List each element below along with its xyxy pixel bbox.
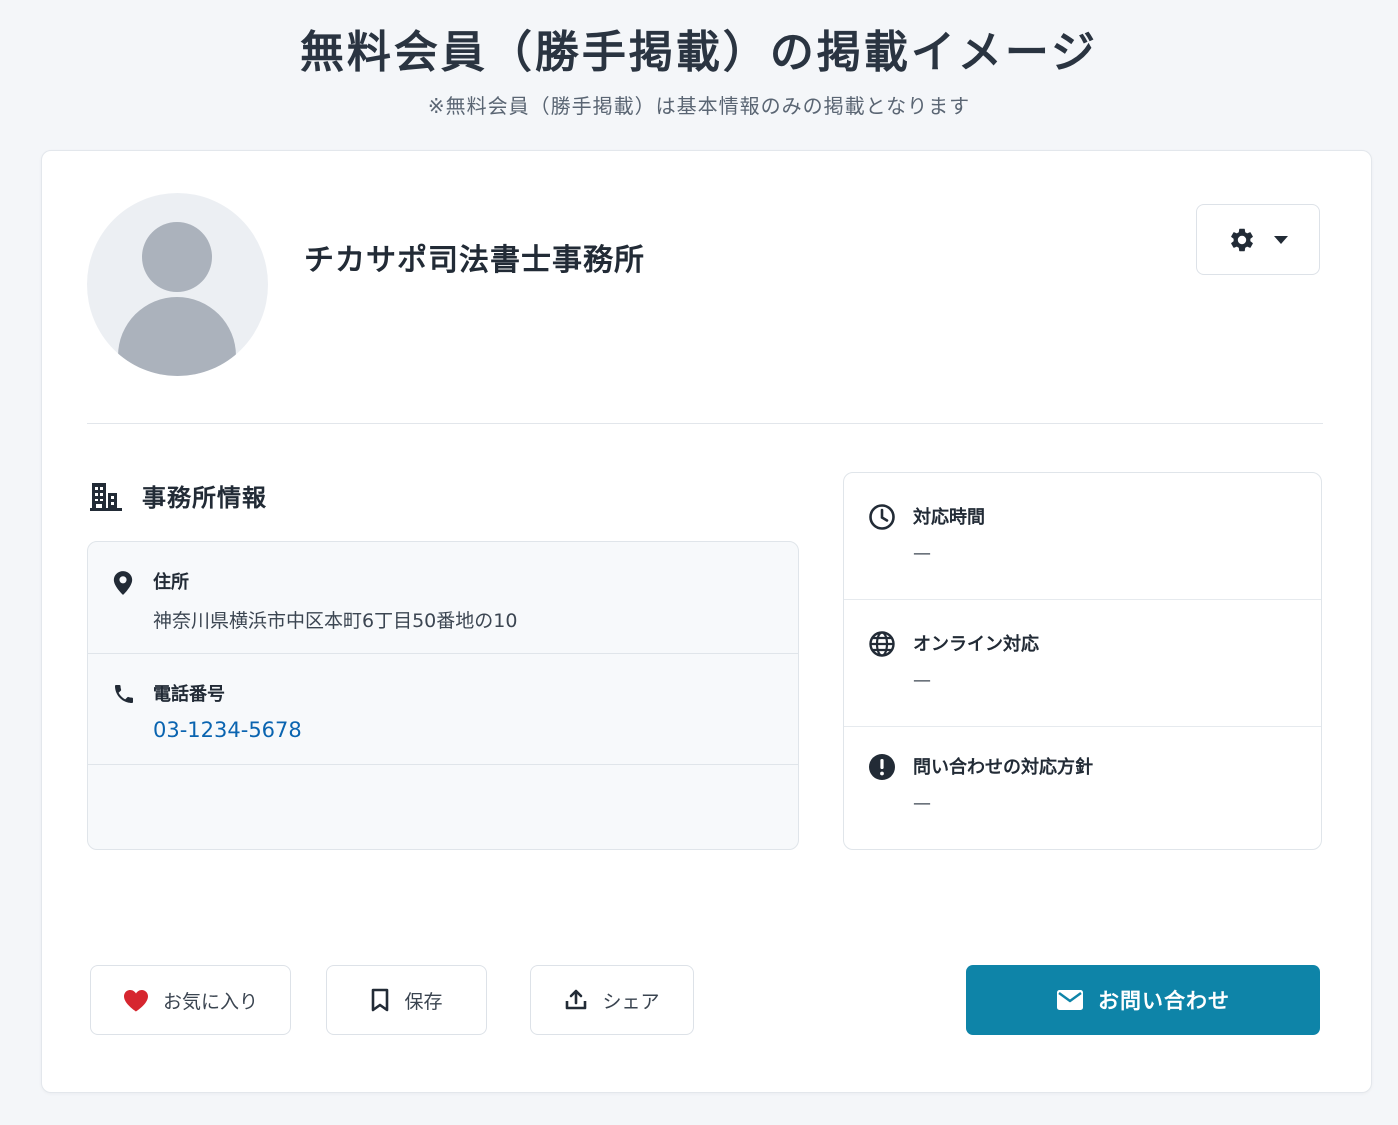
building-icon: [90, 481, 122, 511]
globe-icon: [868, 630, 896, 658]
clock-icon: [868, 503, 896, 531]
favorite-button[interactable]: お気に入り: [90, 965, 291, 1035]
online-value: —: [913, 670, 931, 691]
contact-label: お問い合わせ: [1098, 989, 1230, 1013]
office-name: チカサポ司法書士事務所: [304, 243, 645, 278]
share-label: シェア: [602, 990, 660, 1013]
alert-circle-icon: [868, 753, 896, 781]
section-divider: [87, 423, 1323, 424]
avatar: [87, 193, 268, 376]
mail-icon: [1056, 989, 1084, 1011]
caret-down-icon: [1274, 235, 1288, 244]
address-value: 神奈川県横浜市中区本町6丁目50番地の10: [153, 610, 518, 632]
share-button[interactable]: シェア: [530, 965, 694, 1035]
inquiry-policy-row: 問い合わせの対応方針 —: [844, 727, 1321, 849]
online-label: オンライン対応: [913, 634, 1039, 655]
map-pin-icon: [112, 570, 134, 596]
inquiry-policy-value: —: [913, 793, 931, 814]
phone-icon: [112, 682, 136, 706]
office-info-heading: 事務所情報: [90, 478, 267, 513]
office-info-box: 住所 神奈川県横浜市中区本町6丁目50番地の10 電話番号 03-1234-56…: [87, 541, 799, 850]
hours-value: —: [913, 543, 931, 564]
settings-dropdown-button[interactable]: [1196, 204, 1320, 275]
gear-icon: [1228, 226, 1256, 254]
phone-row: 電話番号 03-1234-5678: [88, 654, 798, 765]
save-label: 保存: [404, 990, 443, 1013]
avatar-head: [142, 222, 212, 292]
address-row: 住所 神奈川県横浜市中区本町6丁目50番地の10: [88, 542, 798, 654]
address-label: 住所: [153, 572, 189, 593]
heart-icon: [123, 989, 149, 1012]
online-row: オンライン対応 —: [844, 600, 1321, 727]
favorite-label: お気に入り: [162, 990, 258, 1013]
avatar-body: [118, 297, 236, 376]
phone-label: 電話番号: [153, 684, 225, 705]
share-icon: [564, 988, 588, 1012]
office-profile-card: チカサポ司法書士事務所 事務所情報 住所 神奈川県横浜市中区本町6丁目50番地の…: [41, 150, 1372, 1093]
service-info-box: 対応時間 — オンライン対応 — 問い合わせの対応方針 —: [843, 472, 1322, 850]
page-subtitle: ※無料会員（勝手掲載）は基本情報のみの掲載となります: [427, 94, 971, 118]
contact-button[interactable]: お問い合わせ: [966, 965, 1320, 1035]
page-title: 無料会員（勝手掲載）の掲載イメージ: [299, 27, 1099, 78]
office-info-title: 事務所情報: [142, 484, 267, 512]
bookmark-icon: [370, 988, 390, 1012]
inquiry-policy-label: 問い合わせの対応方針: [913, 757, 1093, 778]
save-button[interactable]: 保存: [326, 965, 487, 1035]
hours-row: 対応時間 —: [844, 473, 1321, 600]
phone-link[interactable]: 03-1234-5678: [153, 718, 302, 742]
hours-label: 対応時間: [913, 507, 985, 528]
